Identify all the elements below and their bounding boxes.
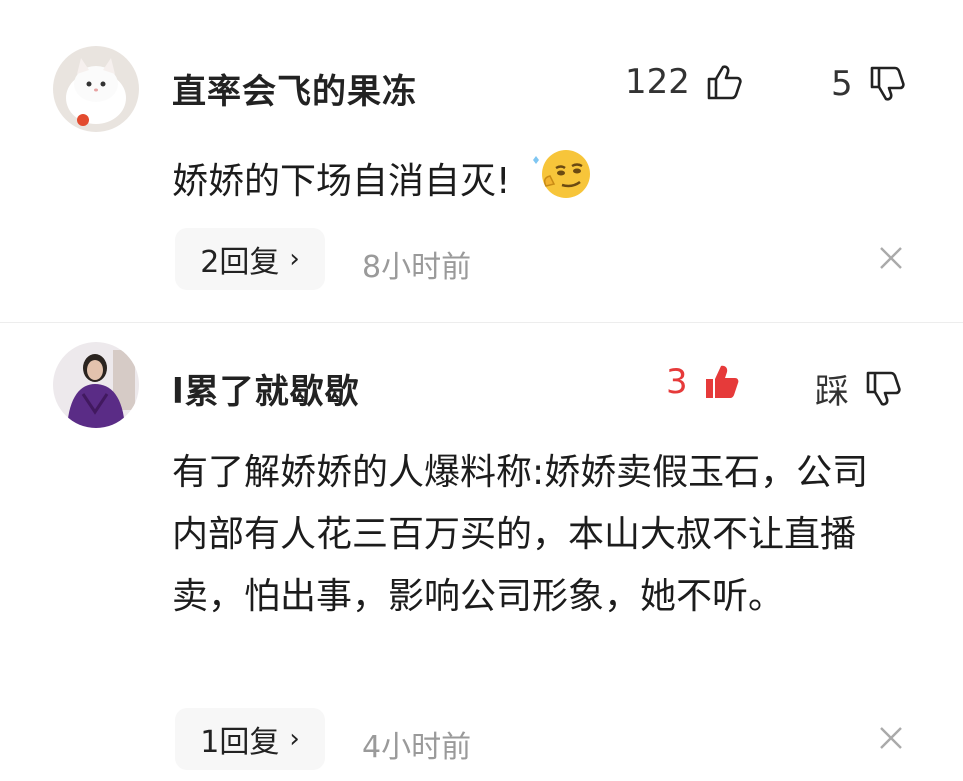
- close-icon[interactable]: [876, 723, 906, 753]
- comment-text: 娇娇的下场自消自灭!: [172, 146, 912, 220]
- timestamp: 4小时前: [362, 730, 472, 765]
- username[interactable]: l累了就歇歇: [172, 364, 360, 413]
- person-avatar-image: [53, 342, 139, 428]
- chevron-right-icon: ›: [289, 244, 300, 274]
- chevron-right-icon: ›: [289, 724, 300, 754]
- reply-button[interactable]: 2回复 ›: [175, 228, 325, 290]
- like-button[interactable]: 122: [625, 62, 744, 102]
- comment-text: 有了解娇娇的人爆料称:娇娇卖假玉石，公司内部有人花三百万买的，本山大叔不让直播卖…: [172, 452, 869, 617]
- comment-item: l累了就歇歇 3 踩 有了解娇娇的人爆料称:娇娇卖假玉石，公司内部有人花三百万买…: [0, 322, 963, 781]
- thumbs-up-filled-icon: [705, 365, 739, 398]
- thumbs-down-icon: [870, 66, 905, 101]
- like-count: 122: [625, 62, 690, 102]
- close-icon[interactable]: [876, 243, 906, 273]
- cat-avatar-image: [53, 46, 139, 132]
- reply-button[interactable]: 1回复 ›: [175, 708, 325, 770]
- dislike-button[interactable]: 踩: [815, 364, 903, 413]
- timestamp: 8小时前: [362, 250, 472, 285]
- thumbs-up-icon: [707, 65, 742, 100]
- smirk-emoji-icon: [532, 146, 594, 220]
- reply-label: 1回复: [200, 725, 280, 760]
- avatar[interactable]: [53, 46, 139, 132]
- dislike-button[interactable]: 5: [831, 64, 907, 104]
- comment-text-content: 娇娇的下场自消自灭!: [172, 161, 511, 202]
- thumbs-down-icon: [866, 371, 901, 406]
- username[interactable]: 直率会飞的果冻: [172, 64, 417, 113]
- dislike-label: 踩: [815, 372, 849, 412]
- comment-item: 直率会飞的果冻 122 5 娇娇的下场自消自灭! 2回复 › 8小时前: [0, 0, 963, 320]
- reply-label: 2回复: [200, 245, 280, 280]
- dislike-label: 5: [831, 64, 853, 104]
- like-button[interactable]: 3: [666, 362, 742, 402]
- like-count: 3: [666, 362, 688, 402]
- avatar[interactable]: [53, 342, 139, 428]
